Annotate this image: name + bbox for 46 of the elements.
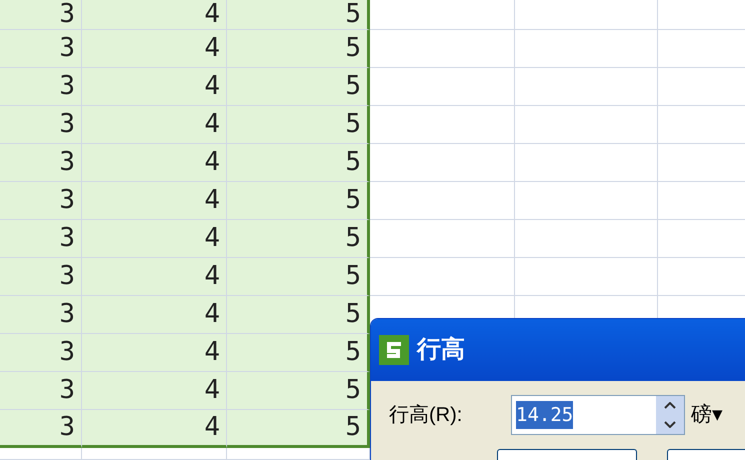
row-height-value: 14.25	[516, 400, 574, 430]
spin-down-button[interactable]	[656, 415, 684, 434]
table-cell: 4	[82, 334, 227, 372]
dialog-title: 行高	[417, 335, 465, 365]
row-height-label: 行高(R):	[389, 403, 464, 428]
table-cell: 3	[0, 68, 82, 106]
table-cell: 5	[227, 296, 370, 334]
table-cell: 5	[227, 334, 370, 372]
table-cell: 5	[227, 258, 370, 296]
row-height-field[interactable]: 14.25	[511, 395, 685, 435]
table-cell: 5	[227, 68, 370, 106]
table-cell: 3	[0, 334, 82, 372]
table-cell: 3	[0, 296, 82, 334]
table-cell: 3	[0, 182, 82, 220]
table-cell: 5	[227, 410, 370, 448]
app-logo-icon	[379, 335, 409, 365]
table-cell: 5	[227, 106, 370, 144]
table-cell: 3	[0, 372, 82, 410]
table-cell: 5	[227, 30, 370, 68]
table-cell: 4	[82, 296, 227, 334]
table-cell: 3	[0, 258, 82, 296]
table-cell: 5	[227, 220, 370, 258]
spin-up-button[interactable]	[656, 396, 684, 415]
table-cell: 4	[82, 258, 227, 296]
table-cell: 4	[82, 220, 227, 258]
table-cell: 3	[0, 0, 82, 30]
cancel-button[interactable]	[667, 449, 745, 460]
table-cell: 3	[0, 30, 82, 68]
table-cell: 4	[82, 106, 227, 144]
table-cell: 4	[82, 144, 227, 182]
table-cell: 5	[227, 144, 370, 182]
table-cell: 5	[227, 372, 370, 410]
table-cell: 3	[0, 144, 82, 182]
table-cell: 3	[0, 106, 82, 144]
table-cell: 3	[0, 220, 82, 258]
ok-button[interactable]	[497, 449, 637, 460]
table-cell: 5	[227, 0, 370, 30]
unit-dropdown[interactable]: 磅▾	[691, 399, 723, 431]
table-cell: 3	[0, 410, 82, 448]
table-cell: 4	[82, 182, 227, 220]
table-cell: 5	[227, 182, 370, 220]
table-cell: 4	[82, 68, 227, 106]
table-cell: 4	[82, 372, 227, 410]
table-cell: 4	[82, 410, 227, 448]
table-cell: 4	[82, 0, 227, 30]
table-cell: 4	[82, 30, 227, 68]
